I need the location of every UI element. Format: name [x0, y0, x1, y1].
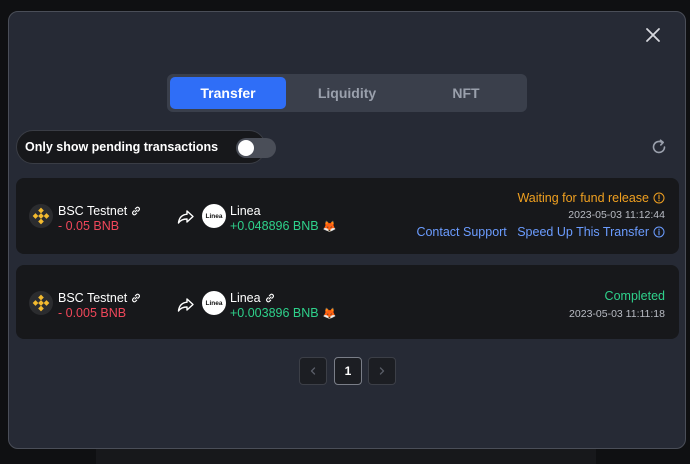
to-amount-value: +0.048896 BNB — [230, 219, 319, 233]
linea-chain-logo: Linea — [202, 204, 226, 228]
linea-chain-logo: Linea — [202, 291, 226, 315]
to-chain-name: Linea — [230, 291, 261, 305]
bsc-chain-logo — [29, 291, 53, 315]
close-button[interactable] — [643, 25, 663, 45]
contact-support-link[interactable]: Contact Support — [416, 225, 506, 239]
status-pending: Waiting for fund release — [517, 191, 665, 205]
from-amount: - 0.005 BNB — [58, 306, 127, 320]
metamask-fox-icon[interactable]: 🦊 — [323, 220, 337, 233]
share-arrow-icon — [177, 298, 194, 312]
status-completed: Completed — [604, 289, 665, 303]
tab-transfer[interactable]: Transfer — [170, 77, 286, 109]
page-1-button[interactable]: 1 — [334, 357, 362, 385]
speed-up-link[interactable]: Speed Up This Transfer — [517, 225, 649, 239]
timestamp: 2023-05-03 11:12:44 — [568, 209, 665, 221]
to-amount: +0.003896 BNB 🦊 — [230, 306, 336, 320]
bnb-icon — [32, 294, 50, 312]
bnb-icon — [32, 207, 50, 225]
transaction-card: BSC Testnet - 0.005 BNB Linea Linea +0.0… — [16, 265, 679, 339]
pending-toggle[interactable] — [236, 138, 276, 158]
from-chain: BSC Testnet — [58, 291, 142, 305]
link-icon[interactable] — [130, 205, 142, 217]
link-icon[interactable] — [130, 292, 142, 304]
bsc-chain-logo — [29, 204, 53, 228]
tab-nft[interactable]: NFT — [408, 77, 524, 109]
timestamp: 2023-05-03 11:11:18 — [569, 308, 665, 320]
info-icon[interactable] — [653, 192, 665, 204]
chevron-right-icon — [379, 367, 385, 375]
next-page-button[interactable] — [368, 357, 396, 385]
pending-filter: Only show pending transactions — [16, 130, 276, 164]
close-icon — [646, 28, 660, 42]
pending-filter-label: Only show pending transactions — [25, 140, 219, 154]
background-panel — [96, 448, 596, 464]
from-chain-name: BSC Testnet — [58, 291, 128, 305]
chevron-left-icon — [310, 367, 316, 375]
refresh-button[interactable] — [649, 137, 669, 157]
info-icon[interactable] — [653, 226, 665, 238]
to-chain: Linea — [230, 291, 276, 305]
to-amount: +0.048896 BNB 🦊 — [230, 219, 336, 233]
from-amount: - 0.05 BNB — [58, 219, 120, 233]
refresh-icon — [652, 139, 666, 154]
share-arrow-icon — [177, 210, 194, 224]
metamask-fox-icon[interactable]: 🦊 — [323, 307, 337, 320]
link-icon[interactable] — [264, 292, 276, 304]
from-chain: BSC Testnet — [58, 204, 142, 218]
from-chain-name: BSC Testnet — [58, 204, 128, 218]
to-amount-value: +0.003896 BNB — [230, 306, 319, 320]
tab-bar: Transfer Liquidity NFT — [167, 74, 527, 112]
tab-liquidity[interactable]: Liquidity — [289, 77, 405, 109]
transaction-actions: Contact Support Speed Up This Transfer — [416, 225, 665, 239]
prev-page-button[interactable] — [299, 357, 327, 385]
toggle-knob — [238, 140, 254, 156]
transaction-card: BSC Testnet - 0.05 BNB Linea Linea +0.04… — [16, 178, 679, 254]
status-text: Waiting for fund release — [517, 191, 649, 205]
to-chain-name: Linea — [230, 204, 261, 218]
